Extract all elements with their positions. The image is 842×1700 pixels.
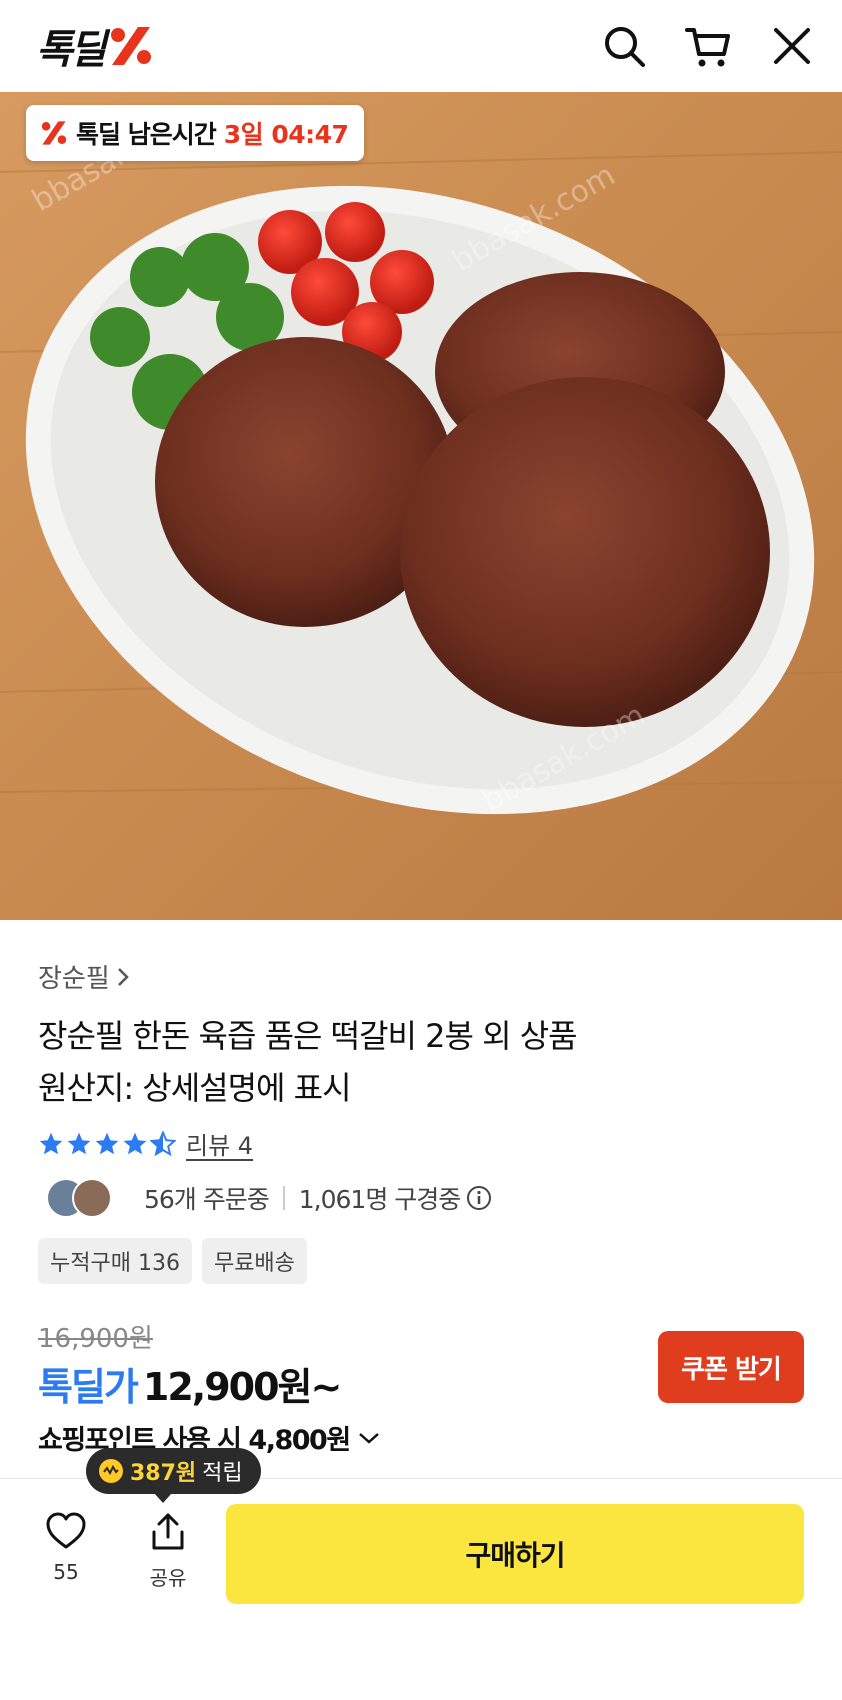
get-coupon-button[interactable]: 쿠폰 받기	[658, 1331, 804, 1403]
original-price: 16,900원	[38, 1324, 153, 1354]
deal-timer: 톡딜 남은시간 3일 04:47	[26, 105, 365, 161]
close-icon[interactable]	[768, 22, 816, 70]
reward-suffix: 적립	[202, 1461, 243, 1486]
deal-price: 12,900원~	[142, 1365, 342, 1409]
origin-line: 원산지: 상세설명에 표시	[38, 1069, 352, 1107]
share-icon	[152, 1513, 184, 1550]
product-title: 장순필 한돈 육즙 품은 떡갈비 2봉 외 상품 원산지: 상세설명에 표시	[38, 1010, 578, 1114]
star-rating	[38, 1130, 176, 1157]
viewer-count: 1,061명 구경중	[298, 1185, 462, 1214]
share-button[interactable]: 공유	[138, 1512, 198, 1592]
heart-icon	[46, 1512, 86, 1549]
reward-tooltip: 387원 적립	[86, 1448, 261, 1503]
review-link[interactable]: 리뷰 4	[186, 1126, 253, 1161]
like-count: 55	[53, 1560, 79, 1584]
logo-text: 톡딜	[36, 27, 107, 73]
share-label: 공유	[149, 1566, 187, 1590]
buyer-avatars	[46, 1178, 116, 1218]
star-full-icon	[123, 1132, 147, 1154]
order-count: 56개 주문중	[144, 1185, 270, 1214]
timer-label: 톡딜 남은시간	[76, 120, 217, 149]
timer-countdown: 3일 04:47	[223, 120, 349, 149]
star-half-icon	[150, 1130, 176, 1156]
product-title-line: 장순필 한돈 육즙 품은 떡갈비 2봉 외 상품	[38, 1017, 578, 1055]
orders-row: 56개 주문중 1,061명 구경중	[46, 1176, 492, 1220]
deal-price-label: 톡딜가	[38, 1365, 139, 1409]
cart-icon[interactable]	[684, 22, 732, 70]
star-full-icon	[39, 1132, 63, 1154]
search-icon[interactable]	[600, 22, 648, 70]
like-button[interactable]: 55	[36, 1512, 96, 1592]
chevron-right-icon	[117, 967, 129, 986]
percent-icon	[41, 121, 67, 145]
talkdeal-logo[interactable]: 톡딜	[36, 22, 154, 73]
product-image[interactable]: bbasak.com bbasak.com bbasak.com	[0, 92, 842, 920]
top-header: 톡딜	[0, 0, 842, 92]
tag-cumulative-purchase: 누적구매 136	[38, 1238, 192, 1284]
star-full-icon	[67, 1132, 91, 1154]
chevron-down-icon	[358, 1432, 379, 1444]
divider	[282, 1186, 285, 1210]
avatar	[72, 1178, 112, 1218]
tag-free-shipping: 무료배송	[201, 1238, 307, 1284]
product-photo: bbasak.com bbasak.com bbasak.com	[0, 92, 842, 920]
info-icon[interactable]	[466, 1185, 492, 1211]
tag-list: 누적구매 136 무료배송	[38, 1238, 307, 1284]
reward-amount: 387원	[130, 1461, 197, 1486]
points-coin-icon	[99, 1459, 123, 1483]
deal-price-row: 톡딜가 12,900원~	[38, 1356, 342, 1411]
buy-button[interactable]: 구매하기	[226, 1504, 804, 1604]
percent-logo-icon	[110, 27, 151, 65]
brand-link[interactable]: 장순필	[38, 958, 130, 995]
rating-row[interactable]: 리뷰 4	[38, 1126, 253, 1161]
star-full-icon	[95, 1132, 119, 1154]
brand-name: 장순필	[38, 964, 110, 994]
